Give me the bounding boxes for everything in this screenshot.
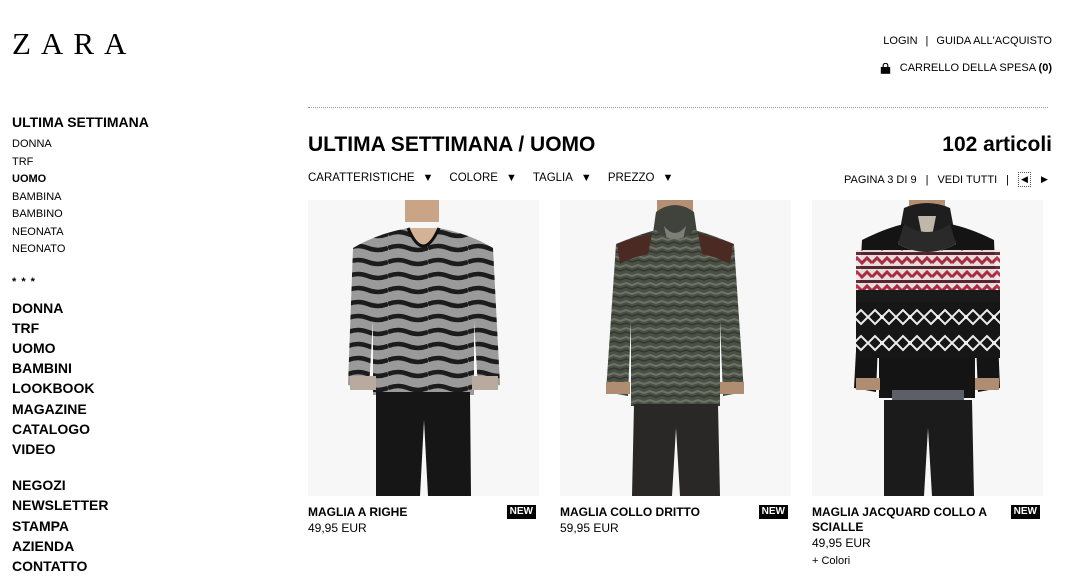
top-link-separator: | (925, 35, 929, 47)
nav-trf[interactable]: TRF (12, 318, 232, 338)
cart-count: (0) (1038, 62, 1052, 74)
sidebar-sub-list: DONNA TRF UOMO BAMBINA BAMBINO NEONATA N… (12, 136, 232, 259)
product-price: 49,95 EUR (812, 536, 871, 550)
sidebar-item-uomo[interactable]: UOMO (12, 171, 232, 189)
article-count: 102 articoli (942, 133, 1052, 156)
sidebar-item-bambina[interactable]: BAMBINA (12, 189, 232, 207)
nav-negozi[interactable]: NEGOZI (12, 475, 232, 495)
filter-taglia[interactable]: TAGLIA ▼ (533, 172, 592, 184)
login-link[interactable]: LOGIN (883, 35, 917, 47)
product-price: 59,95 EUR (560, 521, 619, 535)
nav-uomo[interactable]: UOMO (12, 338, 232, 358)
product-price: 49,95 EUR (308, 521, 367, 535)
sidebar: ULTIMA SETTIMANA DONNA TRF UOMO BAMBINA … (12, 115, 232, 576)
triangle-down-icon: ▼ (505, 172, 517, 184)
product-card[interactable]: MAGLIA JACQUARD COLLO A SCIALLE 49,95 EU… (812, 200, 1043, 567)
triangle-right-icon[interactable]: ▶ (1039, 173, 1050, 186)
new-badge: NEW (506, 505, 536, 519)
nav-azienda[interactable]: AZIENDA (12, 536, 232, 556)
see-all-link[interactable]: VEDI TUTTI (937, 174, 997, 186)
shopping-bag-icon (880, 62, 891, 74)
nav-bambini[interactable]: BAMBINI (12, 358, 232, 378)
sidebar-item-neonata[interactable]: NEONATA (12, 224, 232, 242)
filter-bar: CARATTERISTICHE ▼ COLORE ▼ TAGLIA ▼ PREZZO ▼ (308, 172, 673, 184)
filter-colore[interactable]: COLORE ▼ (449, 172, 516, 184)
product-info: MAGLIA COLLO DRITTO 59,95 EUR NEW (560, 496, 791, 536)
pager-separator: | (1006, 173, 1009, 186)
product-image[interactable] (812, 200, 1043, 496)
triangle-down-icon: ▼ (422, 172, 434, 184)
nav-catalogo[interactable]: CATALOGO (12, 419, 232, 439)
more-colors-link[interactable]: + Colori (812, 555, 1043, 567)
main-nav: DONNA TRF UOMO BAMBINI LOOKBOOK MAGAZINE… (12, 298, 232, 460)
product-grid: MAGLIA A RIGHE 49,95 EUR NEW MAGLIA COLL… (308, 200, 1043, 567)
header-divider (308, 107, 1048, 108)
pagination: PAGINA 3 DI 9 | VEDI TUTTI | ◀ ▶ (844, 172, 1050, 187)
shopping-guide-link[interactable]: GUIDA ALL'ACQUISTO (936, 35, 1052, 47)
pager-separator: | (925, 173, 929, 186)
nav-newsletter[interactable]: NEWSLETTER (12, 495, 232, 515)
nav-donna[interactable]: DONNA (12, 298, 232, 318)
filter-caratteristiche[interactable]: CARATTERISTICHE ▼ (308, 172, 433, 184)
new-badge: NEW (758, 505, 788, 519)
zara-logo[interactable]: ZARA (12, 28, 136, 59)
triangle-down-icon: ▼ (662, 172, 674, 184)
nav-contatto[interactable]: CONTATTO (12, 556, 232, 576)
new-badge: NEW (1010, 505, 1040, 519)
product-card[interactable]: MAGLIA A RIGHE 49,95 EUR NEW (308, 200, 539, 567)
sidebar-separator: * * * (12, 275, 36, 288)
page-indicator: PAGINA 3 DI 9 (844, 173, 917, 186)
sidebar-item-bambino[interactable]: BAMBINO (12, 206, 232, 224)
product-name[interactable]: MAGLIA JACQUARD COLLO A SCIALLE (812, 505, 1043, 535)
top-links: LOGIN | GUIDA ALL'ACQUISTO (883, 35, 1052, 47)
page-title: ULTIMA SETTIMANA / UOMO (308, 133, 596, 156)
sidebar-item-trf[interactable]: TRF (12, 154, 232, 172)
sidebar-section-title[interactable]: ULTIMA SETTIMANA (12, 115, 232, 130)
filter-prezzo[interactable]: PREZZO ▼ (608, 172, 674, 184)
triangle-left-icon[interactable]: ◀ (1018, 172, 1031, 187)
product-image[interactable] (560, 200, 791, 496)
sidebar-item-neonato[interactable]: NEONATO (12, 241, 232, 259)
nav-lookbook[interactable]: LOOKBOOK (12, 378, 232, 398)
nav-video[interactable]: VIDEO (12, 439, 232, 459)
product-image[interactable] (308, 200, 539, 496)
shopping-cart[interactable]: CARRELLO DELLA SPESA (0) (880, 62, 1052, 74)
nav-magazine[interactable]: MAGAZINE (12, 399, 232, 419)
secondary-nav: NEGOZI NEWSLETTER STAMPA AZIENDA CONTATT… (12, 475, 232, 576)
product-name[interactable]: MAGLIA A RIGHE (308, 505, 539, 520)
triangle-down-icon: ▼ (580, 172, 592, 184)
cart-label: CARRELLO DELLA SPESA (0) (899, 62, 1052, 74)
product-info: MAGLIA A RIGHE 49,95 EUR NEW (308, 496, 539, 536)
product-card[interactable]: MAGLIA COLLO DRITTO 59,95 EUR NEW (560, 200, 791, 567)
sidebar-item-donna[interactable]: DONNA (12, 136, 232, 154)
nav-stampa[interactable]: STAMPA (12, 516, 232, 536)
product-info: MAGLIA JACQUARD COLLO A SCIALLE 49,95 EU… (812, 496, 1043, 567)
product-name[interactable]: MAGLIA COLLO DRITTO (560, 505, 791, 520)
